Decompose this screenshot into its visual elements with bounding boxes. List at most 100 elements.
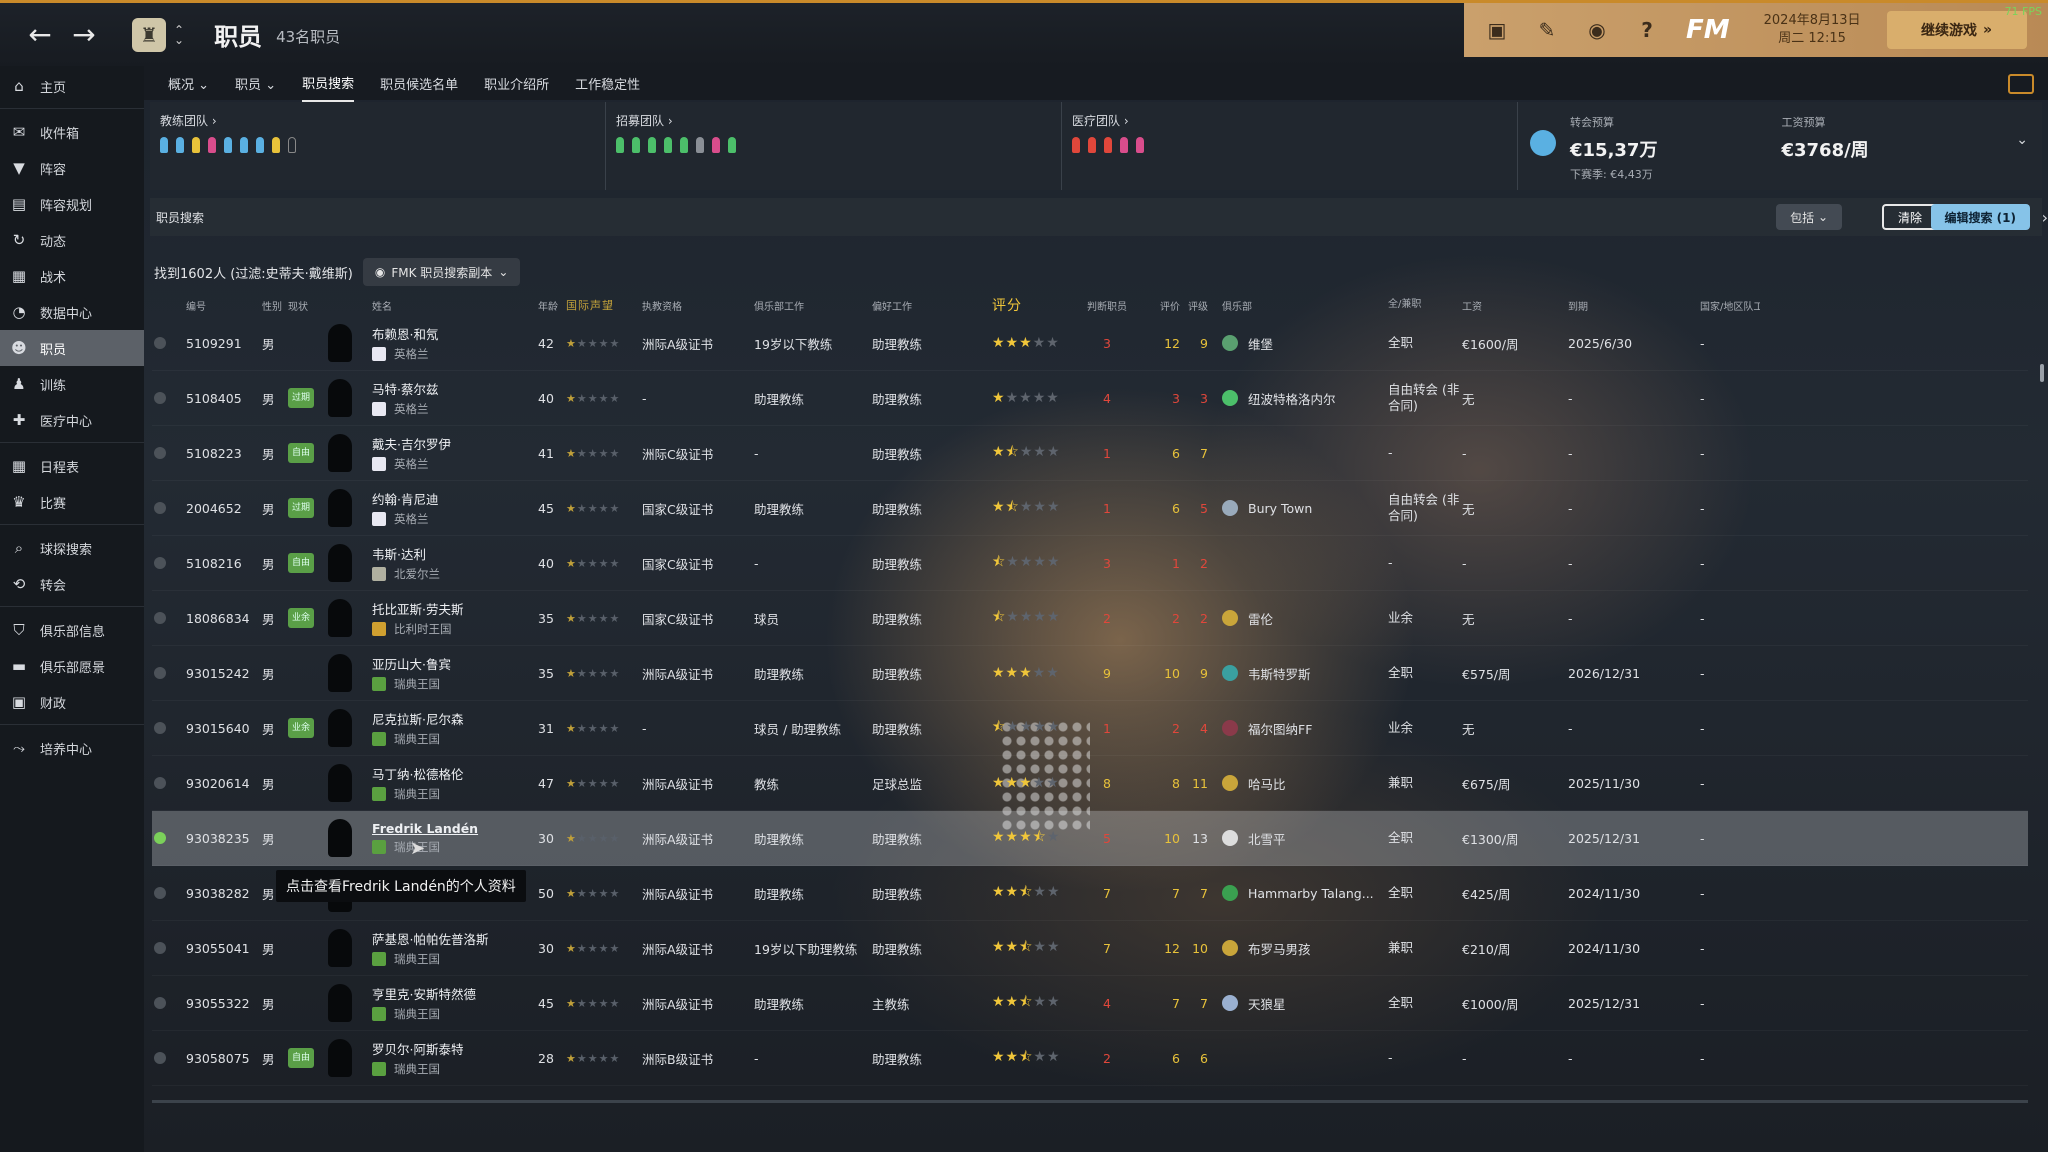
staff-name-cell[interactable]: 马特·蔡尔兹 英格兰 [372,379,538,417]
sidebar-item-inbox[interactable]: ✉ 收件箱 [0,114,144,150]
clear-button[interactable]: 清除 [1881,204,1938,230]
table-row[interactable]: 5108223 男 自由 戴夫·吉尔罗伊 英格兰 41 ★★★★★ 洲际C级证书… [152,426,2028,481]
sidebar-item-calendar[interactable]: ▦ 日程表 [0,448,144,484]
table-row[interactable]: 93058075 男 自由 罗贝尔·阿斯泰特 瑞典王国 28 ★★★★★ 洲际B… [152,1031,2028,1086]
staff-name[interactable]: 萨基恩·帕帕佐普洛斯 [372,929,538,948]
sidebar-item-data[interactable]: ◔ 数据中心 [0,294,144,330]
row-checkbox[interactable] [154,502,170,514]
forward-arrow-icon[interactable]: → [64,15,104,55]
avatar[interactable] [328,984,372,1022]
club-name[interactable]: 雷伦 [1248,609,1273,628]
club-name[interactable]: 纽波特格洛内尔 [1248,389,1336,408]
club-cell[interactable]: 雷伦 [1222,609,1388,628]
sidebar-item-trophy[interactable]: ♛ 比赛 [0,484,144,520]
sidebar-item-medical[interactable]: ✚ 医疗中心 [0,402,144,438]
row-checkbox[interactable] [154,942,170,954]
staff-name[interactable]: 罗贝尔·阿斯泰特 [372,1039,538,1058]
row-checkbox[interactable] [154,612,170,624]
row-checkbox[interactable] [154,777,170,789]
column-header[interactable]: 编号 [186,298,262,313]
staff-name-cell[interactable]: 亨里克·安斯特然德 瑞典王国 [372,984,538,1022]
view-selector[interactable]: ◉ FMK 职员搜索副本 ⌄ [362,258,521,286]
avatar[interactable] [328,544,372,582]
club-name[interactable]: 韦斯特罗斯 [1248,664,1311,683]
sidebar-item-vision[interactable]: ▬ 俱乐部愿景 [0,648,144,684]
edit-search-button[interactable]: 编辑搜索 (1) [1930,204,2030,230]
club-cell[interactable]: 北雪平 [1222,829,1388,848]
table-row[interactable]: 93055041 男 萨基恩·帕帕佐普洛斯 瑞典王国 30 ★★★★★ 洲际A级… [152,921,2028,976]
staff-name[interactable]: 尼克拉斯·尼尔森 [372,709,538,728]
medical-team[interactable]: 医疗团队 › [1062,102,1518,190]
staff-name[interactable]: 约翰·肯尼迪 [372,489,538,508]
column-header[interactable]: 性别 [262,298,288,313]
staff-name[interactable]: 戴夫·吉尔罗伊 [372,434,538,453]
staff-name-cell[interactable]: 马丁纳·松德格伦 瑞典王国 [372,764,538,802]
staff-name-cell[interactable]: 约翰·肯尼迪 英格兰 [372,489,538,527]
row-checkbox[interactable] [154,887,170,899]
table-row[interactable]: 5109291 男 布赖恩·和氖 英格兰 42 ★★★★★ 洲际A级证书 19岁… [152,316,2028,371]
table-row[interactable]: 93020614 男 马丁纳·松德格伦 瑞典王国 47 ★★★★★ 洲际A级证书… [152,756,2028,811]
staff-name[interactable]: 马特·蔡尔兹 [372,379,538,398]
avatar[interactable] [328,819,372,857]
column-header[interactable]: 现状 [288,298,328,313]
sidebar-item-finance[interactable]: ▣ 财政 [0,684,144,720]
avatar[interactable] [328,599,372,637]
avatar[interactable] [328,709,372,747]
table-row[interactable]: 18086834 男 业余 托比亚斯·劳夫斯 比利时王国 35 ★★★★★ 国家… [152,591,2028,646]
column-header[interactable]: 俱乐部 [1222,298,1388,313]
staff-name[interactable]: 韦斯·达利 [372,544,538,563]
table-row[interactable]: 5108216 男 自由 韦斯·达利 北爱尔兰 40 ★★★★★ 国家C级证书 … [152,536,2028,591]
row-checkbox[interactable] [154,337,170,349]
avatar[interactable] [328,489,372,527]
tab-staff-search[interactable]: 职员搜索 [302,65,355,102]
sidebar-item-development[interactable]: ⤳ 培养中心 [0,730,144,766]
club-cell[interactable]: 布罗马男孩 [1222,939,1388,958]
club-name[interactable]: 福尔图纳FF [1248,719,1312,738]
staff-name-cell[interactable]: 罗贝尔·阿斯泰特 瑞典王国 [372,1039,538,1077]
help-icon[interactable]: ? [1630,13,1664,47]
column-header[interactable]: 国际声望 [566,297,642,313]
layout-toggle-icon[interactable] [2008,74,2034,94]
avatar[interactable] [328,654,372,692]
sidebar-item-staff[interactable]: ☻ 职员 [0,330,144,366]
table-row[interactable]: 93015242 男 亚历山大·鲁宾 瑞典王国 35 ★★★★★ 洲际A级证书 … [152,646,2028,701]
club-cell[interactable]: 哈马比 [1222,774,1388,793]
fm-logo[interactable]: FM [1686,15,1730,45]
column-header[interactable]: 年龄 [538,298,566,313]
column-header[interactable]: 判断职员 [1080,298,1134,313]
column-header[interactable]: 国家/地区队工作 [1700,298,1760,313]
club-switch-arrows-icon[interactable]: ⌃ ⌄ [174,24,184,46]
staff-name-cell[interactable]: 尼克拉斯·尼尔森 瑞典王国 [372,709,538,747]
avatar[interactable] [328,929,372,967]
pen-icon[interactable]: ✎ [1530,13,1564,47]
column-header[interactable]: 工资 [1462,298,1568,313]
club-name[interactable]: 哈马比 [1248,774,1286,793]
recruitment-team[interactable]: 招募团队 › [606,102,1062,190]
staff-name[interactable]: 马丁纳·松德格伦 [372,764,538,783]
avatar[interactable] [328,1039,372,1077]
staff-name-cell[interactable]: 亚历山大·鲁宾 瑞典王国 [372,654,538,692]
globe-icon[interactable]: ◉ [1580,13,1614,47]
sidebar-item-shirt[interactable]: ▼ 阵容 [0,150,144,186]
row-checkbox[interactable] [154,1052,170,1064]
sidebar-item-training[interactable]: ♟ 训练 [0,366,144,402]
expand-chevron-icon[interactable]: ⌄ [2016,132,2028,148]
row-checkbox[interactable] [154,667,170,679]
sidebar-item-transfer[interactable]: ⟲ 转会 [0,566,144,602]
club-cell[interactable]: 天狼星 [1222,994,1388,1013]
row-checkbox[interactable] [154,832,170,844]
coaching-team[interactable]: 教练团队 › [150,102,606,190]
sidebar-item-activity[interactable]: ↻ 动态 [0,222,144,258]
staff-name-cell[interactable]: 韦斯·达利 北爱尔兰 [372,544,538,582]
column-header[interactable]: 评分 [992,295,1080,315]
club-cell[interactable]: Bury Town [1222,500,1388,516]
staff-name[interactable]: Fredrik Landén [372,821,538,836]
sidebar-item-shield[interactable]: ⛉ 俱乐部信息 [0,612,144,648]
column-header[interactable]: 评价 [1134,298,1180,313]
sidebar-item-scout[interactable]: ⌕ 球探搜索 [0,530,144,566]
column-header[interactable]: 偏好工作 [872,298,992,313]
staff-name[interactable]: 亨里克·安斯特然德 [372,984,538,1003]
row-checkbox[interactable] [154,997,170,1009]
sidebar-item-home[interactable]: ⌂ 主页 [0,68,144,104]
avatar[interactable] [328,379,372,417]
